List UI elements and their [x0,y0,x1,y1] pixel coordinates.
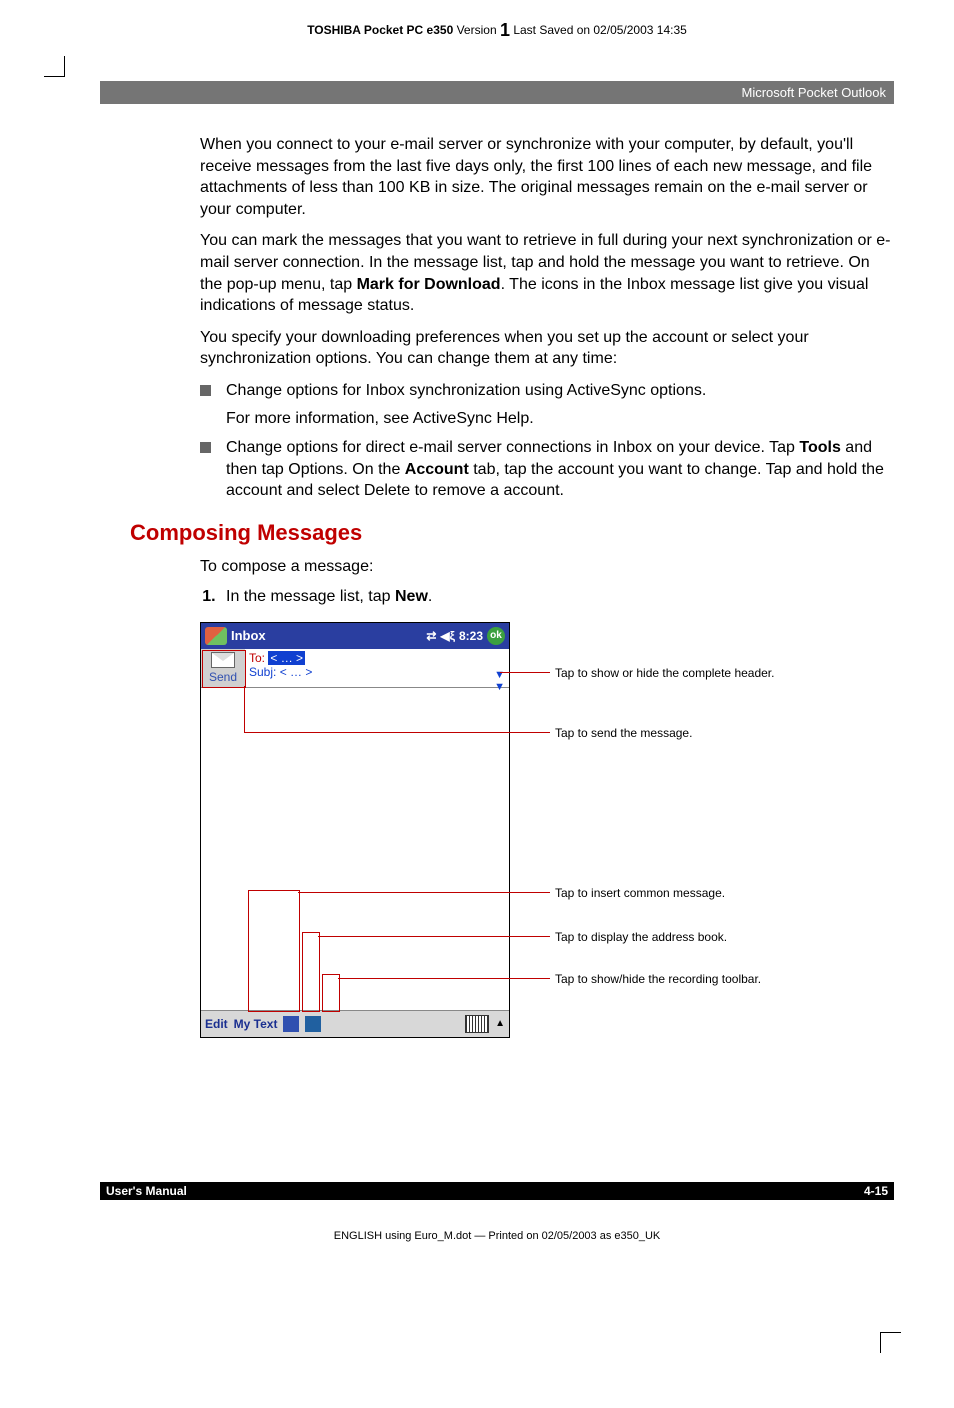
page-number: 4-15 [864,1184,888,1198]
chapter-header: Microsoft Pocket Outlook [100,81,894,104]
version-number: 1 [500,20,510,40]
footer-left: User's Manual [106,1184,187,1198]
callout-box-mytext [248,890,300,1012]
paragraph-2: You can mark the messages that you want … [200,230,894,316]
callout-text: Tap to insert common message. [555,886,725,900]
callout-box-send [202,650,246,688]
paragraph-3: You specify your downloading preferences… [200,327,894,370]
version-label: Version [457,23,497,37]
product-name: TOSHIBA Pocket PC e350 [307,23,453,37]
numbered-list: In the message list, tap New. [200,588,894,606]
list-item: Change options for Inbox synchronization… [200,380,894,429]
list-item: Change options for direct e-mail server … [200,437,894,502]
running-header: TOSHIBA Pocket PC e350 Version 1 Last Sa… [100,20,894,41]
ok-button[interactable]: ok [487,627,505,645]
footer-note: ENGLISH using Euro_M.dot — Printed on 02… [100,1230,894,1242]
callout-text: Tap to display the address book. [555,930,727,944]
callout-text: Tap to show or hide the complete header. [555,666,774,680]
list-item: In the message list, tap New. [220,588,894,606]
screenshot-figure: Inbox ⇄ ◀ξ 8:23 ok Send To: < … > [200,622,880,1062]
address-book-icon[interactable] [283,1016,299,1032]
intro-line: To compose a message: [200,556,894,578]
up-triangle-icon[interactable]: ▲ [495,1018,505,1029]
speaker-icon[interactable]: ◀ξ [440,629,455,643]
keyboard-icon[interactable] [465,1015,489,1033]
last-saved: Last Saved on 02/05/2003 14:35 [513,23,686,37]
clock-time: 8:23 [459,629,483,643]
paragraph-1: When you connect to your e-mail server o… [200,134,894,220]
callout-text: Tap to send the message. [555,726,692,740]
edit-toolbar: Edit My Text ▲ [201,1010,509,1037]
bullet-list: Change options for Inbox synchronization… [200,380,894,502]
device-frame: Inbox ⇄ ◀ξ 8:23 ok Send To: < … > [200,622,510,1038]
section-heading: Composing Messages [130,520,894,546]
titlebar: Inbox ⇄ ◀ξ 8:23 ok [201,623,509,649]
recording-icon[interactable] [305,1016,321,1032]
edit-menu[interactable]: Edit [205,1017,228,1031]
footer-bar: User's Manual 4-15 [100,1182,894,1200]
compose-header: Send To: < … > Subj: < … > ▼▼ [201,649,509,688]
mytext-menu[interactable]: My Text [234,1017,278,1031]
app-title: Inbox [231,628,426,643]
callout-box-recording [322,974,340,1012]
subject-field[interactable]: Subj: < … > [249,665,505,679]
windows-flag-icon[interactable] [205,627,227,645]
callout-box-addressbook [302,932,320,1012]
to-field[interactable]: To: < … > [249,651,505,665]
callout-text: Tap to show/hide the recording toolbar. [555,972,761,986]
connectivity-icon[interactable]: ⇄ [426,629,436,643]
